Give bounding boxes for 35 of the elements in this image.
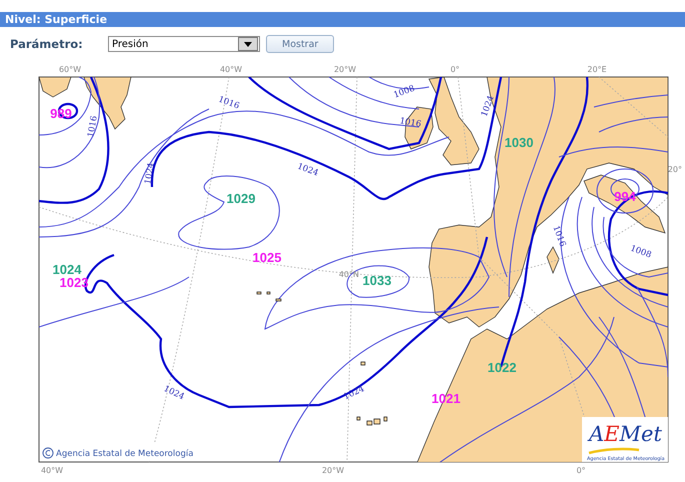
longitude-label: 0° — [576, 466, 586, 475]
isobar-value-label: 1024 — [296, 162, 320, 179]
longitude-label: 20°W — [334, 65, 356, 74]
isobar-value-label: 1024 — [480, 94, 497, 118]
isobar-value-label: 1024 — [162, 384, 186, 402]
high-pressure-value: 1030 — [504, 135, 534, 150]
copyright-icon — [42, 448, 54, 458]
longitude-label: 20°E — [587, 65, 607, 74]
isobar-value-label: 1024 — [342, 384, 366, 402]
copyright-text: Agencia Estatal de Meteorología — [56, 449, 194, 459]
longitude-label: 0° — [450, 65, 460, 74]
high-pressure-value: 1024 — [52, 262, 82, 277]
dropdown-arrow-icon — [244, 42, 252, 46]
low-pressure-value: 1025 — [252, 250, 282, 265]
isobar-value-label: 1008 — [628, 244, 653, 261]
high-pressure-value: 1033 — [362, 273, 392, 288]
isobar-value-label: 1008 — [392, 84, 416, 101]
longitude-label: 60°W — [58, 65, 82, 74]
high-pressure-value: 1029 — [226, 191, 256, 206]
parameter-label: Parámetro: — [10, 37, 84, 51]
swoosh-icon — [588, 448, 640, 454]
longitude-label: 20°W — [322, 466, 344, 475]
isobar-value-label: 1016 — [216, 94, 241, 112]
latitude-label: 20° — [668, 165, 682, 174]
logo-wordmark: AEMet — [589, 422, 662, 446]
high-pressure-value: 1022 — [488, 360, 516, 375]
isobar-value-label: 1016 — [86, 115, 100, 138]
parameter-select[interactable]: Presión — [108, 36, 260, 52]
longitude-label: 40°W — [220, 65, 242, 74]
longitude-label: 40°W — [40, 466, 64, 475]
isobar-value-label: 1016 — [550, 224, 568, 248]
isobar-value-label: 1024 — [143, 162, 157, 186]
section-title: Nivel: Superficie — [0, 12, 685, 27]
show-button[interactable]: Mostrar — [266, 35, 334, 53]
isobar-value-label: 1016 — [398, 116, 422, 130]
